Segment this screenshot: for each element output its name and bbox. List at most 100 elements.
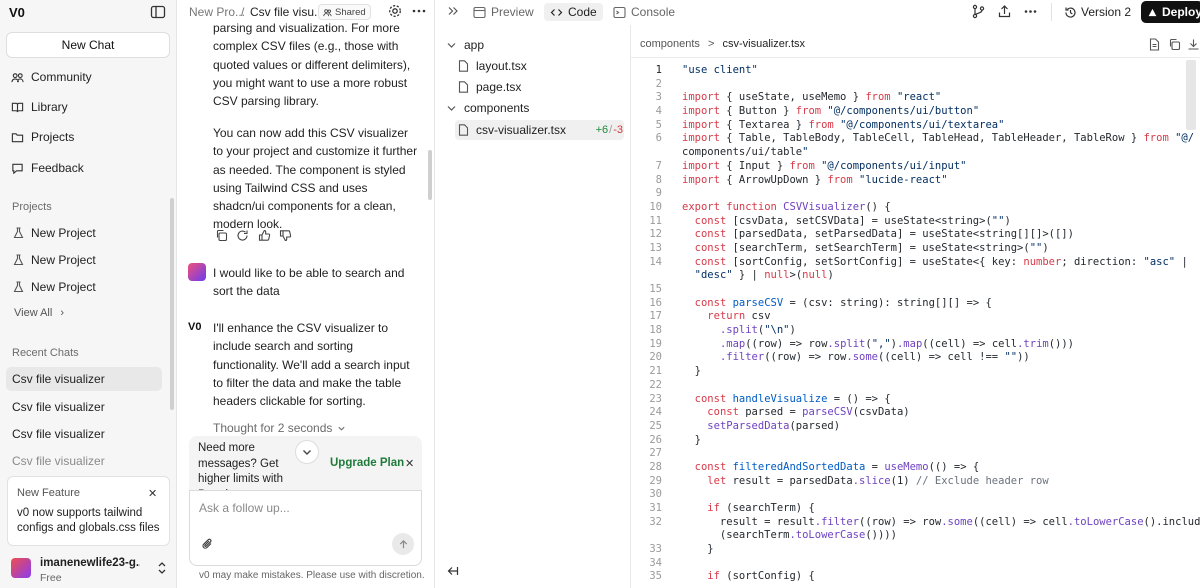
nav-community[interactable]: Community <box>11 67 92 87</box>
line-content: const [parsedData, setParsedData] = useS… <box>694 228 1074 241</box>
code-line: 10 export function CSVVisualizer() { <box>640 201 1185 215</box>
thumbs-down-icon[interactable] <box>279 229 292 242</box>
download-icon[interactable] <box>1187 38 1200 51</box>
assistant-message-text: I'll enhance the CSV visualizer to inclu… <box>213 321 410 409</box>
chat-scrollbar[interactable] <box>428 150 432 200</box>
folder-components[interactable]: components <box>446 99 529 117</box>
assistant-message-text: You can now add this CSV visualizer to y… <box>213 126 418 232</box>
assistant-message-clip: parsing and visualization. For more comp… <box>213 20 421 116</box>
line-content <box>662 557 682 571</box>
project-item[interactable]: New Project <box>13 278 96 296</box>
line-number: 7 <box>655 159 662 172</box>
code-line: 14 const [sortConfig, setSortConfig] = u… <box>640 255 1188 270</box>
file-text-icon[interactable] <box>1148 38 1161 51</box>
close-icon[interactable]: ✕ <box>148 487 157 500</box>
copy-icon[interactable] <box>215 229 228 242</box>
code-line: 13 const [searchTerm, setSearchTerm] = u… <box>640 242 1185 256</box>
recent-chat-item[interactable]: Csv file visualizer <box>6 422 162 446</box>
tab-code[interactable]: Code <box>544 3 603 21</box>
projects-section-label: Projects <box>12 201 52 213</box>
v0-logo[interactable]: V0 <box>9 5 25 20</box>
folder-app[interactable]: app <box>446 36 484 54</box>
user-name[interactable]: imanenewlife23-g... <box>40 557 140 569</box>
chevron-down-icon <box>301 446 313 458</box>
code-header-divider <box>631 57 1200 58</box>
assistant-message-text: parsing and visualization. For more comp… <box>213 21 411 109</box>
view-all-link[interactable]: View All › <box>14 307 64 319</box>
git-branch-icon[interactable] <box>971 4 986 19</box>
share-icon[interactable] <box>997 4 1012 19</box>
line-number: 30 <box>649 488 662 501</box>
line-content: return csv <box>707 310 771 323</box>
paperclip-icon[interactable] <box>201 537 215 551</box>
collapse-left-icon[interactable] <box>447 565 459 577</box>
tab-console[interactable]: Console <box>607 3 681 21</box>
code-line: components/ui/table" <box>640 146 1185 160</box>
avatar[interactable] <box>11 558 31 578</box>
breadcrumb-project[interactable]: New Pro... <box>189 5 245 19</box>
line-number: 15 <box>649 283 662 295</box>
line-content: .filter((row) => row.some((cell) => cell… <box>719 351 1030 364</box>
sidebar-toggle-icon[interactable] <box>150 4 166 20</box>
follow-up-input[interactable] <box>199 501 409 515</box>
chat-input-box <box>189 490 422 566</box>
recent-chat-item[interactable]: Csv file visualizer <box>6 367 162 391</box>
line-content: const filteredAndSortedData = useMemo(()… <box>694 460 980 473</box>
send-button[interactable] <box>392 533 414 555</box>
code-line: 7 import { Input } from "@/components/ui/… <box>640 160 1185 174</box>
nav-label: Feedback <box>31 161 84 175</box>
nav-label: Library <box>31 100 68 114</box>
chevron-up-down-icon[interactable] <box>157 561 167 575</box>
more-icon[interactable] <box>1023 4 1038 19</box>
refresh-icon[interactable] <box>236 229 249 242</box>
nav-feedback[interactable]: Feedback <box>11 158 84 178</box>
file-icon <box>458 124 469 136</box>
message-icon <box>11 162 24 175</box>
copy-icon[interactable] <box>1168 38 1181 51</box>
code-scrollbar[interactable] <box>1186 60 1196 130</box>
tab-preview[interactable]: Preview <box>467 3 540 21</box>
upgrade-plan-link[interactable]: Upgrade Plan <box>330 457 404 469</box>
line-content: const [sortConfig, setSortConfig] = useS… <box>694 255 1188 268</box>
line-content <box>662 283 682 297</box>
line-number: 3 <box>655 91 662 104</box>
deploy-button[interactable]: Deploy <box>1141 1 1200 23</box>
code-icon <box>550 6 563 19</box>
line-content <box>662 379 682 393</box>
line-number: 26 <box>649 433 662 446</box>
code-breadcrumb-folder[interactable]: components <box>640 38 700 50</box>
thumbs-up-icon[interactable] <box>258 229 271 242</box>
diff-additions: +6 <box>595 124 609 136</box>
close-icon[interactable]: ✕ <box>405 457 414 470</box>
nav-projects[interactable]: Projects <box>11 127 74 147</box>
file-label: page.tsx <box>476 80 522 94</box>
nav-library[interactable]: Library <box>11 97 68 117</box>
more-icon[interactable] <box>411 3 427 19</box>
line-number: 10 <box>649 200 662 213</box>
code-breadcrumb-file[interactable]: csv-visualizer.tsx <box>723 38 806 50</box>
double-chevron-right-icon[interactable] <box>447 5 459 17</box>
gear-icon[interactable] <box>387 3 403 19</box>
thought-toggle[interactable]: Thought for 2 seconds <box>213 421 346 435</box>
version-button[interactable]: Version 2 <box>1064 3 1131 21</box>
chat-title[interactable]: Csv file visu... <box>250 5 324 19</box>
user-plan: Free <box>40 572 62 584</box>
scroll-down-button[interactable] <box>295 440 319 464</box>
feature-title: New Feature <box>17 487 80 499</box>
line-number: 8 <box>655 173 662 186</box>
line-content: const parsed = parseCSV(csvData) <box>707 406 910 419</box>
recent-chat-item[interactable]: Csv file visualizer <box>6 449 162 473</box>
shared-badge[interactable]: Shared <box>318 4 371 20</box>
file-item[interactable]: layout.tsx <box>458 57 527 75</box>
sidebar-scrollbar[interactable] <box>170 198 174 410</box>
file-item[interactable]: page.tsx <box>458 78 521 96</box>
file-item-active[interactable]: csv-visualizer.tsx +6 / -3 <box>458 121 623 139</box>
line-content: if (searchTerm) { <box>707 502 815 514</box>
project-item[interactable]: New Project <box>13 224 96 242</box>
project-item[interactable]: New Project <box>13 251 96 269</box>
nav-label: Community <box>31 70 92 84</box>
new-chat-button[interactable]: New Chat <box>6 32 170 58</box>
recent-chat-item[interactable]: Csv file visualizer <box>6 395 162 419</box>
code-editor[interactable]: 1 "use client" 2 3 import { useState, useMem… <box>640 64 1200 584</box>
code-line: 24 const parsed = parseCSV(csvData) <box>640 406 1185 420</box>
